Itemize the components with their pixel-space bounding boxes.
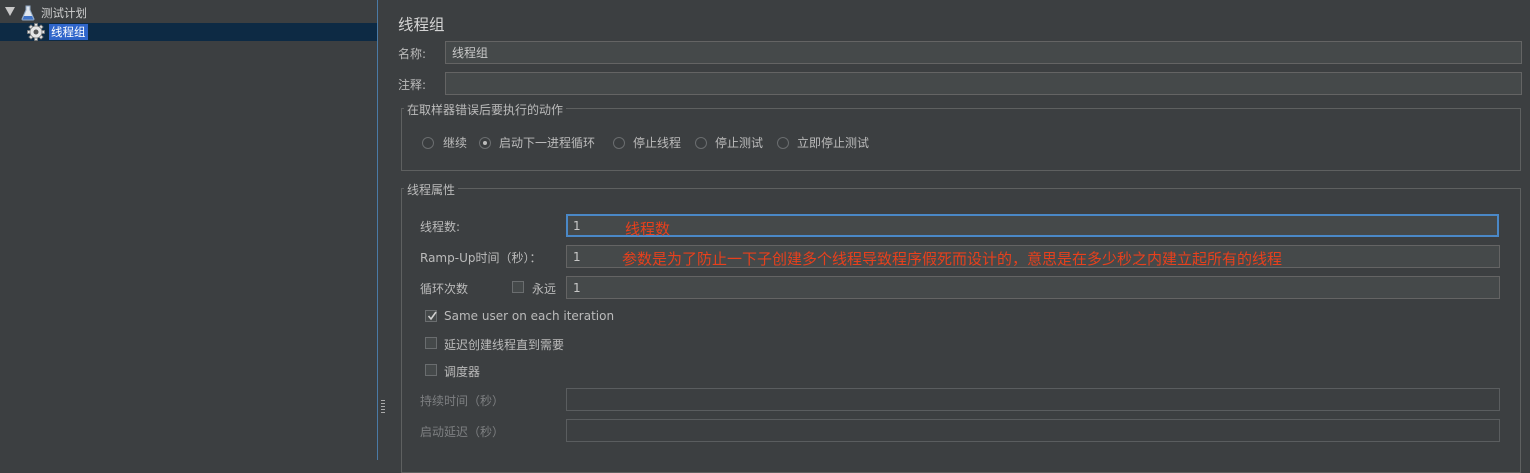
duration-field[interactable] (566, 388, 1500, 411)
tree-item-thread-group[interactable]: 线程组 (0, 23, 377, 41)
radio-continue[interactable] (422, 137, 434, 149)
thread-properties-title: 线程属性 (404, 181, 459, 198)
radio-label-stop-test: 停止测试 (715, 136, 764, 150)
forever-checkbox[interactable] (512, 281, 524, 293)
radio-label-start-next-loop: 启动下一进程循环 (499, 136, 596, 150)
scheduler-label: 调度器 (444, 365, 481, 379)
page-title: 线程组 (398, 16, 445, 34)
duration-label: 持续时间（秒） (420, 394, 505, 408)
delay-thread-creation-label: 延迟创建线程直到需要 (444, 338, 565, 352)
comment-field[interactable] (445, 72, 1522, 95)
comment-label: 注释: (398, 78, 427, 92)
test-plan-tree: 测试计划 线程组 (0, 0, 378, 460)
name-label: 名称: (398, 47, 427, 61)
loop-count-field[interactable] (566, 276, 1500, 299)
checkmark-icon (427, 311, 437, 321)
loop-count-label: 循环次数 (420, 282, 469, 296)
radio-label-stop-test-now: 立即停止测试 (797, 136, 870, 150)
tree-label-thread-group: 线程组 (49, 24, 88, 40)
rampup-label: Ramp-Up时间（秒）： (420, 251, 542, 265)
radio-stop-test[interactable] (695, 137, 707, 149)
radio-stop-test-now[interactable] (777, 137, 789, 149)
gear-icon (27, 23, 45, 41)
flask-icon (21, 5, 35, 21)
radio-label-stop-thread: 停止线程 (633, 136, 682, 150)
rampup-annotation: 参数是为了防止一下子创建多个线程导致程序假死而设计的，意思是在多少秒之内建立起所… (622, 250, 1283, 268)
tree-item-test-plan[interactable]: 测试计划 (0, 4, 377, 22)
splitter-grip-icon[interactable] (381, 400, 385, 414)
same-user-label: Same user on each iteration (444, 309, 615, 323)
panel-splitter[interactable] (379, 0, 395, 460)
startup-delay-label: 启动延迟（秒） (420, 425, 505, 439)
startup-delay-field[interactable] (566, 419, 1500, 442)
num-threads-annotation: 线程数 (625, 220, 671, 238)
radio-label-continue: 继续 (443, 136, 468, 150)
expand-arrow-icon[interactable] (5, 7, 15, 16)
num-threads-field[interactable] (566, 214, 1499, 237)
num-threads-label: 线程数: (420, 220, 461, 234)
delay-thread-creation-checkbox[interactable] (425, 337, 437, 349)
scheduler-checkbox[interactable] (425, 364, 437, 376)
forever-label: 永远 (532, 282, 557, 296)
same-user-checkbox[interactable] (425, 310, 437, 322)
radio-start-next-loop[interactable] (479, 137, 491, 149)
tree-label-test-plan: 测试计划 (41, 6, 87, 20)
name-field[interactable] (445, 41, 1522, 64)
error-action-title: 在取样器错误后要执行的动作 (404, 101, 567, 118)
radio-stop-thread[interactable] (613, 137, 625, 149)
